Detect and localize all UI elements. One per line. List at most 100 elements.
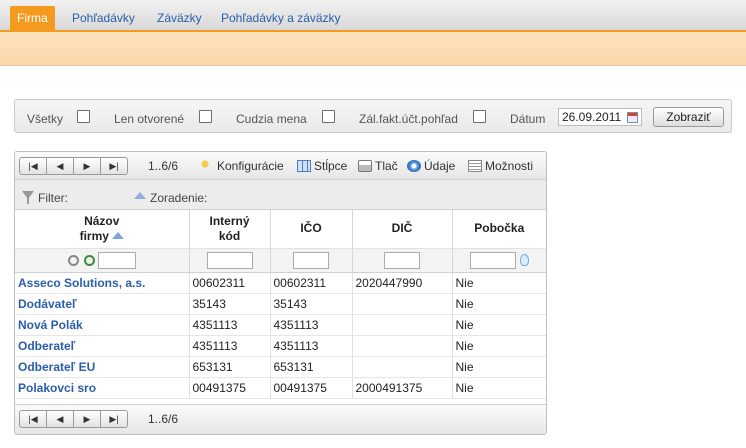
pobocka-filter-input[interactable] <box>469 251 516 269</box>
sort-asc-icon <box>111 231 124 239</box>
print-icon <box>358 160 372 172</box>
first-page-icon[interactable]: |◀ <box>19 410 47 428</box>
pager-buttons-bottom: |◀ ◀ ▶ ▶| <box>19 410 128 428</box>
datum-label: Dátum <box>510 112 546 126</box>
zobrazit-button[interactable]: Zobraziť <box>653 107 724 127</box>
cell-nazov: Dodávateľ <box>15 293 190 315</box>
cell-interny: 35143 <box>189 293 271 315</box>
cell-nazov: Nová Polák <box>15 314 190 336</box>
tab-content-strip <box>0 30 746 66</box>
vsetky-checkbox[interactable] <box>77 110 90 123</box>
next-page-icon[interactable]: ▶ <box>73 410 101 428</box>
cell-ico: 00491375 <box>270 377 353 399</box>
col-header-ico[interactable]: IČO <box>270 210 353 249</box>
ico-filter-input[interactable] <box>293 251 329 269</box>
tab-zavazky[interactable]: Záväzky <box>150 6 209 30</box>
cell-interny: 4351113 <box>189 314 271 336</box>
cell-nazov: Odberateľ <box>15 335 190 357</box>
pager-info: 1..6/6 <box>148 159 179 173</box>
last-page-icon[interactable]: ▶| <box>100 157 128 175</box>
lightbulb-icon[interactable] <box>519 254 529 266</box>
col-header-pobocka[interactable]: Pobočka <box>452 210 546 249</box>
first-page-icon[interactable]: |◀ <box>19 157 47 175</box>
ico-filter-cell <box>270 248 353 273</box>
cell-interny: 00491375 <box>189 377 271 399</box>
cell-dic: 2000491375 <box>352 377 453 399</box>
cell-pobocka: Nie <box>452 272 546 294</box>
interny-filter-cell <box>189 248 271 273</box>
firm-name-link[interactable]: Odberateľ <box>18 339 75 353</box>
cell-nazov: Asseco Solutions, a.s. <box>15 272 190 294</box>
filter-label: Filter: <box>38 191 68 205</box>
zal-fakt-label: Zál.fakt.účt.pohľad <box>359 112 458 126</box>
cell-interny: 00602311 <box>189 272 271 294</box>
udaje-button[interactable]: Údaje <box>407 159 455 173</box>
calendar-icon[interactable] <box>627 112 638 123</box>
tlac-button[interactable]: Tlač <box>358 159 398 173</box>
cell-pobocka: Nie <box>452 293 546 315</box>
filter-sort-bar: Filter: Zoradenie: <box>15 180 546 210</box>
cell-ico: 4351113 <box>270 335 353 357</box>
last-page-icon[interactable]: ▶| <box>100 410 128 428</box>
zal-fakt-checkbox[interactable] <box>473 110 486 123</box>
cell-pobocka: Nie <box>452 356 546 378</box>
cudzia-mena-label: Cudzia mena <box>236 112 307 126</box>
prev-page-icon[interactable]: ◀ <box>46 157 74 175</box>
firm-name-link[interactable]: Odberateľ EU <box>18 360 95 374</box>
columns-icon <box>297 160 311 172</box>
len-otvorene-checkbox[interactable] <box>199 110 212 123</box>
data-icon <box>407 160 421 172</box>
tab-bar: Firma Pohľadávky Záväzky Pohľadávky a zá… <box>0 0 746 30</box>
col-header-nazov[interactable]: Názov firmy <box>15 210 190 249</box>
cell-ico: 653131 <box>270 356 353 378</box>
grid-toolbar: |◀ ◀ ▶ ▶| 1..6/6 Konfigurácie Stĺpce Tla… <box>15 152 546 180</box>
dic-filter-input[interactable] <box>384 251 420 269</box>
advanced-search-icon[interactable] <box>83 254 95 266</box>
firm-name-link[interactable]: Asseco Solutions, a.s. <box>18 276 145 290</box>
table-row[interactable]: Asseco Solutions, a.s. 00602311 00602311 20… <box>15 272 546 294</box>
vsetky-label: Všetky <box>27 112 64 126</box>
cell-pobocka: Nie <box>452 314 546 336</box>
cell-ico: 35143 <box>270 293 353 315</box>
konfiguracie-button[interactable]: Konfigurácie <box>200 159 284 173</box>
tab-firma[interactable]: Firma <box>10 6 55 30</box>
table-row[interactable]: Nová Polák 4351113 4351113 Nie <box>15 314 546 336</box>
interny-filter-input[interactable] <box>206 251 253 269</box>
dic-filter-cell <box>352 248 453 273</box>
search-icon[interactable] <box>67 254 79 266</box>
cell-nazov: Polakovci sro <box>15 377 190 399</box>
firm-name-link[interactable]: Dodávateľ <box>18 297 77 311</box>
zoradenie-label: Zoradenie: <box>150 191 208 205</box>
sort-icon <box>134 192 146 199</box>
cell-ico: 4351113 <box>270 314 353 336</box>
cell-interny: 653131 <box>189 356 271 378</box>
cudzia-mena-checkbox[interactable] <box>322 110 335 123</box>
table-row[interactable]: Dodávateľ 35143 35143 Nie <box>15 293 546 315</box>
funnel-icon <box>22 191 34 204</box>
tab-pohladavky[interactable]: Pohľadávky <box>65 6 142 30</box>
table-row[interactable]: Odberateľ 4351113 4351113 Nie <box>15 335 546 357</box>
pager-info-bottom: 1..6/6 <box>148 412 179 426</box>
grid-bottom-pager: |◀ ◀ ▶ ▶| 1..6/6 <box>15 404 546 434</box>
moznosti-button[interactable]: Možnosti <box>468 159 533 173</box>
firms-grid: |◀ ◀ ▶ ▶| 1..6/6 Konfigurácie Stĺpce Tla… <box>14 151 547 435</box>
pobocka-filter-cell <box>452 248 546 273</box>
cell-dic <box>352 314 453 336</box>
cell-nazov: Odberateľ EU <box>15 356 190 378</box>
cell-pobocka: Nie <box>452 377 546 399</box>
nazov-filter-input[interactable] <box>97 251 136 269</box>
cell-dic <box>352 335 453 357</box>
cell-dic <box>352 293 453 315</box>
tab-pohladavky-a-zavazky[interactable]: Pohľadávky a záväzky <box>214 6 348 30</box>
next-page-icon[interactable]: ▶ <box>73 157 101 175</box>
table-row[interactable]: Odberateľ EU 653131 653131 Nie <box>15 356 546 378</box>
col-header-dic[interactable]: DIČ <box>352 210 453 249</box>
table-row[interactable]: Polakovci sro 00491375 00491375 2000491375 N… <box>15 377 546 399</box>
prev-page-icon[interactable]: ◀ <box>46 410 74 428</box>
pager-buttons: |◀ ◀ ▶ ▶| <box>19 157 128 175</box>
cell-dic <box>352 356 453 378</box>
firm-name-link[interactable]: Polakovci sro <box>18 381 96 395</box>
col-header-interny[interactable]: Interný kód <box>189 210 271 249</box>
stlpce-button[interactable]: Stĺpce <box>297 159 347 173</box>
firm-name-link[interactable]: Nová Polák <box>18 318 83 332</box>
